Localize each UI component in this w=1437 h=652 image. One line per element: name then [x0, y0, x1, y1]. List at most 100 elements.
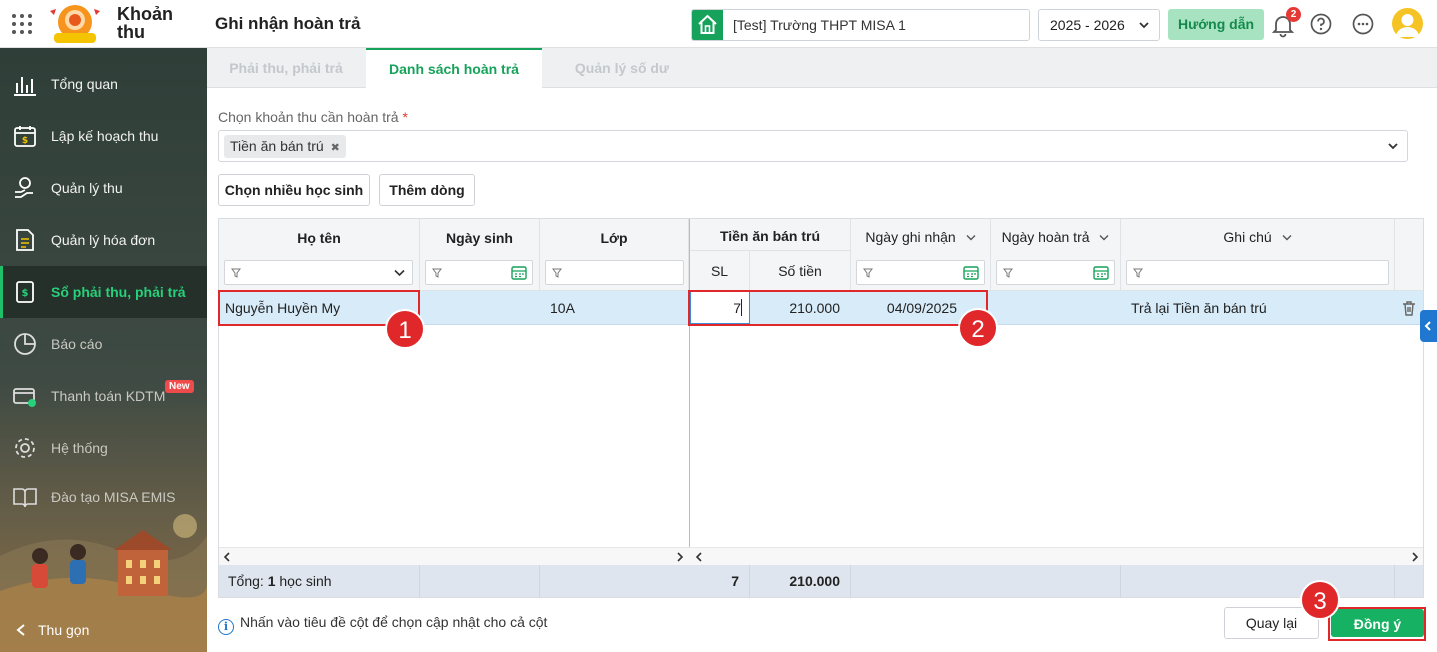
grid-summary-row: Tổng: 1 học sinh 7 210.000: [219, 565, 1423, 597]
scroll-right-icon[interactable]: [676, 552, 684, 562]
fee-select[interactable]: Tiền ăn bán trú ✖: [218, 130, 1408, 162]
school-year-value: 2025 - 2026: [1050, 17, 1125, 33]
school-selector[interactable]: [Test] Trường THPT MISA 1: [691, 9, 1030, 41]
page-title: Ghi nhận hoàn trả: [215, 14, 361, 33]
bar-chart-icon: [14, 77, 36, 96]
collapse-sidebar-button[interactable]: Thu gọn: [14, 622, 89, 638]
filter-icon: [432, 268, 442, 278]
highlight-confirm-button: [1328, 607, 1426, 641]
school-year-select[interactable]: 2025 - 2026: [1038, 9, 1160, 41]
chevron-down-icon: [1139, 22, 1149, 29]
chevron-down-icon: [966, 235, 976, 241]
column-header-amount[interactable]: Số tiền: [750, 251, 851, 291]
step-marker-3: 3: [1300, 580, 1340, 620]
sidebar-item-overview[interactable]: Tổng quan: [0, 58, 207, 110]
sidebar-item-reports[interactable]: Báo cáo: [0, 318, 207, 370]
selected-fee-chip: Tiền ăn bán trú ✖: [224, 135, 346, 158]
sidebar-item-planning[interactable]: $ Lập kế hoạch thu: [0, 110, 207, 162]
chevron-down-icon: [1282, 235, 1292, 241]
sidebar-item-system[interactable]: Hệ thống: [0, 422, 207, 474]
tab-receivables-payables[interactable]: Phải thu, phải trả: [207, 48, 365, 88]
summary-qty: 7: [731, 573, 739, 589]
pie-chart-icon: [14, 333, 36, 355]
calendar-icon[interactable]: [963, 265, 979, 280]
column-header-record-date[interactable]: Ngày ghi nhận: [851, 219, 991, 291]
new-badge: New: [165, 380, 194, 393]
main-content: Phải thu, phải trả Danh sách hoàn trả Qu…: [207, 48, 1437, 652]
column-header-refund-date[interactable]: Ngày hoàn trả: [991, 219, 1121, 291]
highlight-qty-amount: [688, 290, 988, 326]
school-name: [Test] Trường THPT MISA 1: [733, 17, 906, 33]
filter-icon: [231, 268, 241, 278]
filter-icon: [863, 268, 873, 278]
collapse-label: Thu gọn: [38, 622, 90, 638]
notification-badge: 2: [1286, 7, 1301, 22]
sidebar-item-collections[interactable]: Quản lý thu: [0, 162, 207, 214]
calendar-money-icon: $: [14, 126, 36, 147]
gear-icon: [15, 438, 35, 458]
sidebar-item-ledger[interactable]: $ Sổ phải thu, phải trả: [0, 266, 207, 318]
column-header-actions: [1395, 219, 1423, 291]
column-header-qty[interactable]: SL: [690, 251, 750, 291]
horizontal-scrollbar[interactable]: [219, 547, 1423, 565]
chevron-down-icon: [394, 269, 405, 277]
column-header-name[interactable]: Họ tên: [219, 219, 420, 291]
svg-text:$: $: [22, 288, 29, 299]
apps-grid-icon[interactable]: [12, 14, 32, 34]
school-home-icon: [692, 10, 723, 40]
choose-multiple-students-button[interactable]: Chọn nhiều học sinh: [218, 174, 370, 206]
refund-grid: Họ tên Ngày sinh Lớp Tiền ăn bán trú SL: [218, 218, 1424, 598]
record-date-filter[interactable]: [856, 260, 985, 285]
tab-bar: Phải thu, phải trả Danh sách hoàn trả Qu…: [207, 48, 1437, 88]
column-update-hint: i Nhấn vào tiêu đề cột để chọn cập nhật c…: [218, 614, 547, 635]
invoice-icon: [16, 229, 34, 251]
filter-icon: [552, 268, 562, 278]
fee-select-label: Chọn khoản thu cần hoàn trả *: [218, 109, 408, 125]
cell-class[interactable]: 10A: [550, 300, 575, 316]
name-filter[interactable]: [224, 260, 413, 285]
sidebar: Tổng quan $ Lập kế hoạch thu Quản lý thu…: [0, 48, 207, 652]
app-name: Khoản thu: [117, 4, 173, 42]
chevron-left-icon: [1424, 321, 1431, 331]
sidebar-item-cashless[interactable]: Thanh toán KDTM: [0, 370, 207, 422]
column-header-dob[interactable]: Ngày sinh: [420, 219, 540, 291]
help-icon[interactable]: [1310, 13, 1332, 35]
summary-amount: 210.000: [789, 573, 840, 589]
column-group-meal-fee[interactable]: Tiền ăn bán trú: [690, 219, 851, 251]
frozen-divider: [689, 219, 690, 597]
class-filter[interactable]: [545, 260, 684, 285]
top-header: Khoản thu Ghi nhận hoàn trả [Test] Trườn…: [0, 0, 1437, 48]
step-marker-2: 2: [958, 308, 998, 348]
add-row-button[interactable]: Thêm dòng: [379, 174, 475, 206]
note-filter[interactable]: [1126, 260, 1389, 285]
remove-chip-icon[interactable]: ✖: [331, 142, 340, 154]
arrow-left-icon: [16, 624, 25, 636]
scroll-left-icon[interactable]: [695, 552, 703, 562]
expand-panel-tab[interactable]: [1420, 310, 1437, 342]
refund-date-filter[interactable]: [996, 260, 1115, 285]
info-icon: i: [218, 619, 234, 635]
cell-note[interactable]: Trả lại Tiền ăn bán trú: [1131, 300, 1267, 316]
user-avatar[interactable]: [1392, 8, 1423, 39]
column-header-note[interactable]: Ghi chú: [1121, 219, 1395, 291]
trash-icon[interactable]: [1401, 300, 1417, 316]
filter-icon: [1133, 268, 1143, 278]
calendar-icon[interactable]: [511, 265, 527, 280]
tab-refund-list[interactable]: Danh sách hoàn trả: [366, 48, 542, 88]
calendar-icon[interactable]: [1093, 265, 1109, 280]
hand-coin-icon: [15, 177, 33, 198]
guide-button[interactable]: Hướng dẫn: [1168, 9, 1264, 40]
tab-balance-management[interactable]: Quản lý số dư: [542, 48, 702, 88]
filter-icon: [1003, 268, 1013, 278]
step-marker-1: 1: [385, 309, 425, 349]
chevron-down-icon: [1388, 143, 1398, 150]
summary-total-students: Tổng: 1 học sinh: [228, 573, 332, 589]
dob-filter[interactable]: [425, 260, 533, 285]
column-header-class[interactable]: Lớp: [540, 219, 689, 291]
scroll-left-icon[interactable]: [223, 552, 231, 562]
scroll-right-icon[interactable]: [1411, 552, 1419, 562]
sidebar-item-invoices[interactable]: Quản lý hóa đơn: [0, 214, 207, 266]
app-logo-icon: [50, 5, 100, 43]
ledger-icon: $: [16, 281, 34, 303]
more-options-icon[interactable]: [1352, 13, 1374, 35]
